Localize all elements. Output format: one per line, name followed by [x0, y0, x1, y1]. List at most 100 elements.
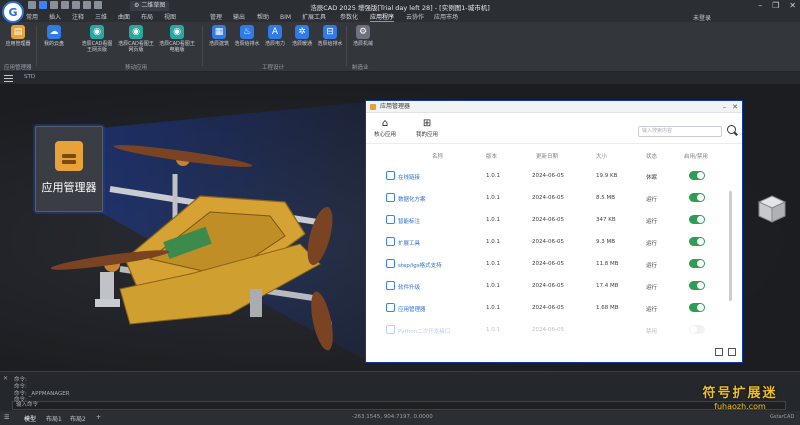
drainage-button[interactable]: ⊟ 浩辰给排水 [316, 25, 344, 47]
grid-view-icon[interactable] [728, 348, 736, 356]
tab-view[interactable]: 视图 [164, 13, 176, 22]
water-supply-button[interactable]: ♨ 浩辰给排水 [234, 25, 260, 47]
enable-toggle[interactable] [689, 237, 705, 246]
col-enable: 启用/禁用 [684, 154, 708, 160]
tab-extended-tools[interactable]: 扩展工具 [302, 13, 326, 22]
command-line-area: ✕ 命令: 命令: 命令: _APPMANAGER 命令: 输入命令 [0, 371, 800, 411]
tab-applications[interactable]: 应用程序 [370, 13, 395, 22]
enable-toggle[interactable] [689, 259, 705, 268]
tab-help[interactable]: 帮助 [257, 13, 269, 22]
table-row[interactable]: 软件升级 1.0.1 2024-06-05 17.4 MB 运行 [384, 278, 724, 300]
tab-model[interactable]: 模型 [24, 414, 36, 423]
cloud-drive-button[interactable]: ☁ 我的云盘 [40, 25, 68, 47]
list-view-icon[interactable] [715, 348, 723, 356]
table-row[interactable]: 数据化方案 1.0.1 2024-06-05 8.5 MB 运行 [384, 190, 724, 212]
power-button[interactable]: A 浩辰电力 [262, 25, 288, 47]
power-icon: A [268, 25, 282, 39]
tooltip-label: 应用管理器 [41, 181, 97, 194]
ribbon-group-mobile: 移动应用 [125, 65, 148, 71]
water-supply-icon: ♨ [240, 25, 254, 39]
table-row[interactable]: 智能标注 1.0.1 2024-06-05 347 KB 运行 [384, 212, 724, 234]
python-api-icon [386, 325, 395, 334]
table-row[interactable]: step/igs格式支持 1.0.1 2024-06-05 11.8 MB 运行 [384, 256, 724, 278]
tab-app-market[interactable]: 应用市场 [434, 13, 458, 22]
architecture-button[interactable]: ▦ 浩辰建筑 [206, 25, 232, 47]
col-update-date: 更新日期 [536, 154, 559, 160]
pc-viewer-button[interactable]: ◉ 浩辰CAD看图王电脑版 [158, 25, 196, 53]
window-title: 浩辰CAD 2025 增强版[Trial day left 28] - [实例图… [310, 4, 490, 12]
tab-core-apps[interactable]: ⌂ 核心应用 [374, 118, 396, 138]
tab-my-apps[interactable]: ⊞ 我的应用 [416, 118, 438, 138]
save-icon[interactable] [50, 1, 58, 9]
tab-output[interactable]: 输出 [233, 13, 245, 22]
tab-layout1[interactable]: 布局1 [46, 414, 62, 423]
tab-home[interactable]: 常用 [26, 13, 38, 22]
app-logo-icon[interactable]: G [2, 1, 24, 23]
close-command-icon[interactable]: ✕ [3, 375, 8, 382]
save-as-icon[interactable] [61, 1, 69, 9]
list-scrollbar[interactable] [729, 191, 732, 301]
close-button[interactable]: ✕ [789, 1, 796, 11]
table-row[interactable]: 应用管理器 1.0.1 2024-06-05 1.68 MB 运行 [384, 300, 724, 322]
workspace-tab[interactable]: ⚙ 二维草图 [130, 1, 170, 11]
tab-annotate[interactable]: 注释 [72, 13, 84, 22]
menu-hamburger-icon[interactable] [4, 75, 13, 82]
tab-cloud-collaboration[interactable]: 云协作 [406, 13, 424, 22]
dialog-title-bar[interactable]: 应用管理器 – ✕ [366, 101, 742, 113]
enable-toggle[interactable] [689, 303, 705, 312]
style-label: STD [24, 74, 36, 80]
print-icon[interactable] [72, 1, 80, 9]
app-list: 在线链接 1.0.1 2024-06-05 19.9 KB 休眠 数据化方案 1… [384, 168, 724, 344]
ribbon-separator [346, 26, 347, 66]
tab-layout[interactable]: 布局 [141, 13, 153, 22]
search-icon[interactable] [727, 125, 736, 134]
dialog-minimize-button[interactable]: – [723, 101, 727, 113]
command-input[interactable]: 输入命令 [12, 401, 786, 410]
tab-manage[interactable]: 管理 [210, 13, 222, 22]
hvac-button[interactable]: ✲ 浩辰暖通 [289, 25, 315, 47]
layout-menu-icon[interactable]: ☰ [4, 414, 9, 421]
enable-toggle[interactable] [689, 325, 705, 334]
web-viewer-button-2[interactable]: ◉ 浩辰CAD看图王网页版 [118, 25, 154, 53]
search-input[interactable]: 输入搜索内容 [638, 126, 722, 137]
workspace-gear-icon: ⚙ [134, 2, 140, 9]
table-row[interactable]: Python二次开发接口 1.0.1 2024-06-05 禁用 [384, 322, 724, 344]
enable-toggle[interactable] [689, 171, 705, 180]
undo-icon[interactable] [83, 1, 91, 9]
tab-3d[interactable]: 三维 [95, 13, 107, 22]
minimize-button[interactable]: – [758, 1, 762, 11]
tab-bim[interactable]: BIM [280, 13, 291, 22]
web-viewer-button[interactable]: ◉ 浩辰CAD看图王网页版 [80, 25, 114, 53]
login-status[interactable]: 未登录 [693, 13, 711, 22]
enable-toggle[interactable] [689, 193, 705, 202]
enable-toggle[interactable] [689, 215, 705, 224]
ribbon-group-manufacturing: 制造业 [352, 65, 369, 71]
redo-icon[interactable] [94, 1, 102, 9]
col-status: 状态 [646, 154, 658, 160]
col-name: 名称 [432, 154, 444, 160]
table-row[interactable]: 在线链接 1.0.1 2024-06-05 19.9 KB 休眠 [384, 168, 724, 190]
table-header: 名称 版本 更新日期 大小 状态 启用/禁用 [384, 152, 724, 162]
open-file-icon[interactable] [39, 1, 47, 9]
maximize-button[interactable]: ❐ [772, 1, 779, 11]
ribbon-panel: ▤ 应用管理器 ☁ 我的云盘 ◉ 浩辰CAD看图王网页版 ◉ 浩辰CAD看图王网… [0, 22, 800, 72]
dialog-close-button[interactable]: ✕ [732, 101, 738, 113]
watermark: 符号扩展迷 fuhaozh.com [688, 382, 792, 411]
view-cube-icon[interactable] [757, 194, 787, 224]
add-layout-icon[interactable]: + [96, 414, 101, 421]
enable-toggle[interactable] [689, 281, 705, 290]
step-format-icon [386, 259, 395, 268]
new-file-icon[interactable] [28, 1, 36, 9]
title-bar: G ⚙ 二维草图 浩辰CAD 2025 增强版[Trial day left 2… [0, 0, 800, 23]
app-manager-button[interactable]: ▤ 应用管理器 [3, 25, 33, 47]
tab-insert[interactable]: 插入 [49, 13, 61, 22]
web-viewer-icon: ◉ [90, 25, 104, 39]
ribbon-separator [202, 26, 203, 66]
table-row[interactable]: 扩展工具 1.0.1 2024-06-05 9.3 MB 运行 [384, 234, 724, 256]
watermark-url: fuhaozh.com [714, 402, 766, 411]
mechanical-button[interactable]: ⚙ 浩辰机械 [350, 25, 376, 47]
tab-parametric[interactable]: 参数化 [340, 13, 358, 22]
tab-layout2[interactable]: 布局2 [70, 414, 86, 423]
tab-surface[interactable]: 曲面 [118, 13, 130, 22]
link-icon [386, 171, 395, 180]
